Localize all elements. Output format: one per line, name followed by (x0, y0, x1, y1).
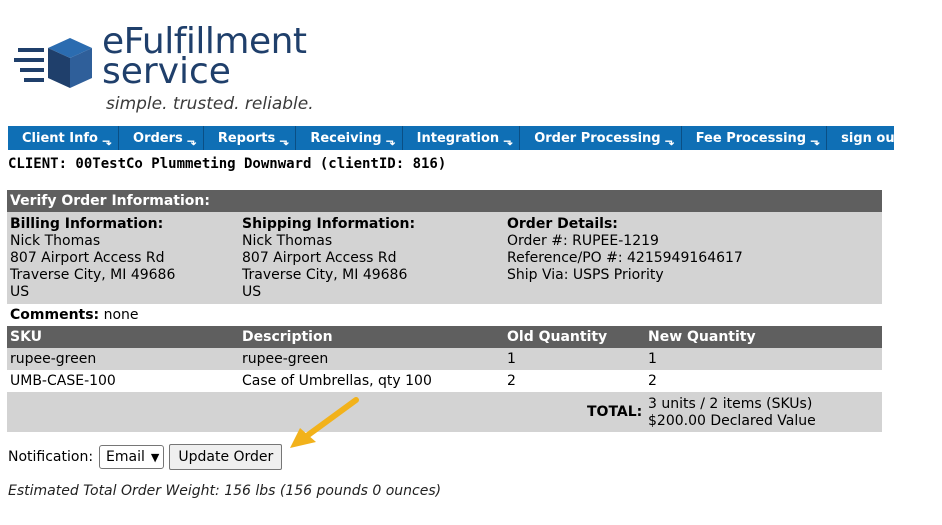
total-units: 3 units / 2 items (SKUs) (648, 396, 813, 412)
shipping-city: Traverse City, MI 49686 (242, 267, 408, 283)
section-title: Verify Order Information: (7, 190, 882, 212)
nav-label: Integration (416, 130, 500, 146)
comments-label: Comments: (10, 307, 100, 323)
chevron-down-icon: ▼ (150, 450, 160, 464)
nav-integration[interactable]: Integration ⬎ (403, 126, 521, 150)
table-row: UMB-CASE-100 Case of Umbrellas, qty 100 … (7, 370, 882, 392)
total-row: TOTAL: 3 units / 2 items (SKUs) $200.00 … (7, 392, 882, 432)
notification-label: Notification: (8, 449, 94, 465)
cell-description: rupee-green (242, 351, 329, 367)
logo-tagline: simple. trusted. reliable. (106, 94, 314, 114)
header-sku: SKU (10, 329, 43, 345)
cell-new-quantity: 1 (648, 351, 657, 367)
comments-value: none (103, 307, 139, 323)
update-order-button[interactable]: Update Order (169, 444, 283, 470)
reference-number: Reference/PO #: 4215949164617 (507, 250, 743, 266)
cell-sku: UMB-CASE-100 (10, 373, 116, 389)
shipping-country: US (242, 284, 262, 300)
header-description: Description (242, 329, 333, 345)
billing-title: Billing Information: (10, 216, 164, 232)
nav-fee-processing[interactable]: Fee Processing ⬎ (682, 126, 828, 150)
nav-label: Client Info (22, 130, 98, 146)
cell-new-quantity: 2 (648, 373, 657, 389)
arrow-down-icon: ⬎ (279, 134, 290, 148)
ship-via: Ship Via: USPS Priority (507, 267, 664, 283)
nav-orders[interactable]: Orders ⬎ (119, 126, 204, 150)
header-new-quantity: New Quantity (648, 329, 756, 345)
nav-order-processing[interactable]: Order Processing ⬎ (520, 126, 682, 150)
nav-label: Fee Processing (695, 130, 807, 146)
notification-select[interactable]: Email ▼ (99, 445, 165, 469)
shipping-info: Shipping Information: Nick Thomas 807 Ai… (242, 216, 415, 301)
nav-label: sign out (841, 130, 901, 146)
table-row: rupee-green rupee-green 1 1 (7, 348, 882, 370)
nav-reports[interactable]: Reports ⬎ (204, 126, 297, 150)
logo-subtitle: service (102, 51, 231, 92)
arrow-down-icon: ⬎ (385, 134, 396, 148)
arrow-down-icon: ⬎ (503, 134, 514, 148)
cell-description: Case of Umbrellas, qty 100 (242, 373, 432, 389)
nav-label: Order Processing (534, 130, 661, 146)
billing-street: 807 Airport Access Rd (10, 250, 165, 266)
order-details: Order Details: Order #: RUPEE-1219 Refer… (507, 216, 743, 284)
nav-label: Reports (217, 130, 276, 146)
table-header: SKU Description Old Quantity New Quantit… (7, 326, 882, 348)
nav-sign-out[interactable]: sign out (827, 126, 913, 150)
comments: Comments: none (7, 304, 882, 326)
nav-label: Receiving (310, 130, 382, 146)
billing-info: Billing Information: Nick Thomas 807 Air… (10, 216, 175, 301)
estimated-weight: Estimated Total Order Weight: 156 lbs (1… (8, 483, 442, 499)
nav-receiving[interactable]: Receiving ⬎ (296, 126, 403, 150)
billing-city: Traverse City, MI 49686 (10, 267, 176, 283)
cell-old-quantity: 2 (507, 373, 516, 389)
verify-order-panel: Verify Order Information: Billing Inform… (7, 190, 882, 432)
shipping-street: 807 Airport Access Rd (242, 250, 397, 266)
box-logo-icon (14, 38, 92, 88)
arrow-down-icon: ⬎ (810, 134, 821, 148)
arrow-down-icon: ⬎ (101, 134, 113, 148)
arrow-down-icon: ⬎ (186, 134, 197, 148)
notification-row: Notification: Email ▼ Update Order (8, 444, 283, 470)
arrow-callout-icon (290, 397, 359, 448)
nav-client-info[interactable]: Client Info ⬎ (8, 126, 120, 150)
company-logo: eFulfillment service simple. trusted. re… (14, 24, 334, 118)
nav-label: Orders (133, 130, 183, 146)
client-header: CLIENT: 00TestCo Plummeting Downward (cl… (8, 156, 447, 172)
address-info: Billing Information: Nick Thomas 807 Air… (7, 212, 882, 304)
notification-selected: Email (106, 449, 145, 465)
details-title: Order Details: (507, 216, 618, 232)
main-nav: Client Info ⬎ Orders ⬎ Reports ⬎ Receiving ⬎… (8, 126, 901, 150)
billing-name: Nick Thomas (10, 233, 101, 249)
total-label: TOTAL: (587, 404, 643, 420)
total-value: 3 units / 2 items (SKUs) $200.00 Declare… (648, 396, 816, 430)
shipping-name: Nick Thomas (242, 233, 333, 249)
arrow-down-icon: ⬎ (664, 134, 675, 148)
billing-country: US (10, 284, 30, 300)
cell-old-quantity: 1 (507, 351, 516, 367)
shipping-title: Shipping Information: (242, 216, 416, 232)
order-number: Order #: RUPEE-1219 (507, 233, 659, 249)
header-old-quantity: Old Quantity (507, 329, 608, 345)
total-declared-value: $200.00 Declared Value (648, 413, 816, 429)
cell-sku: rupee-green (10, 351, 97, 367)
